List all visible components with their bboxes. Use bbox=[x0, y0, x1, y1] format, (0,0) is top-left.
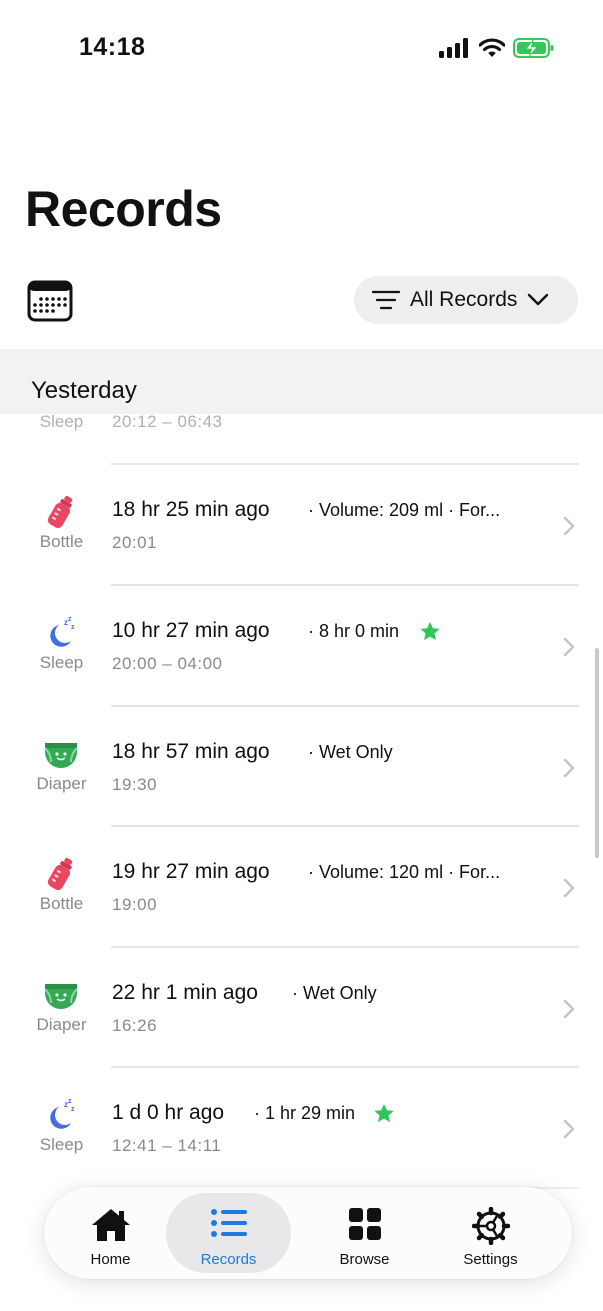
bottle-icon bbox=[42, 856, 80, 892]
record-detail: · Volume: 209 ml · For... bbox=[308, 500, 501, 520]
record-time-ago: 18 hr 57 min ago bbox=[112, 740, 270, 763]
svg-text:z: z bbox=[71, 1106, 75, 1113]
section-title: Yesterday bbox=[31, 377, 137, 404]
record-type-label: Diaper bbox=[36, 1015, 87, 1034]
filter-label: All Records bbox=[410, 288, 518, 311]
record-detail: · 1 hr 29 min bbox=[254, 1103, 356, 1123]
tab-bar: Home Records Browse Settings bbox=[44, 1187, 572, 1279]
list-icon bbox=[166, 1207, 291, 1245]
scrollbar[interactable] bbox=[595, 648, 599, 858]
list-item[interactable]: z z z Sleep 1 d 0 hr ago · 1 hr 29 min 1… bbox=[0, 1068, 603, 1188]
list-item[interactable]: Diaper 22 hr 1 min ago · Wet Only 16:26 bbox=[0, 948, 603, 1068]
gear-icon bbox=[428, 1207, 553, 1245]
filter-button[interactable]: All Records bbox=[354, 276, 578, 324]
tab-browse-label: Browse bbox=[339, 1251, 390, 1268]
list-item-partial[interactable]: Sleep 20:12 – 06:43 bbox=[0, 414, 603, 464]
star-icon bbox=[374, 1104, 394, 1122]
tab-home[interactable]: Home bbox=[48, 1193, 173, 1273]
record-time-ago: 1 d 0 hr ago bbox=[112, 1101, 225, 1124]
record-time: 20:01 bbox=[112, 533, 158, 552]
record-type-label: Sleep bbox=[39, 653, 84, 672]
chevron-down-icon bbox=[528, 293, 549, 306]
tab-records-label: Records bbox=[200, 1251, 257, 1268]
record-time-ago: 18 hr 25 min ago bbox=[112, 498, 270, 521]
status-icons bbox=[439, 36, 555, 60]
star-icon bbox=[420, 622, 440, 640]
chevron-right-icon bbox=[563, 878, 575, 898]
svg-text:z: z bbox=[68, 1098, 72, 1105]
record-type-label: Bottle bbox=[39, 894, 84, 913]
record-type-label: Sleep bbox=[39, 1135, 84, 1154]
grid-icon bbox=[302, 1207, 427, 1245]
record-time: 12:41 – 14:11 bbox=[112, 1136, 222, 1155]
record-time: 19:30 bbox=[112, 775, 158, 794]
svg-text:z: z bbox=[71, 624, 75, 631]
list-item[interactable]: Bottle 19 hr 27 min ago · Volume: 120 ml… bbox=[0, 827, 603, 947]
chevron-right-icon bbox=[563, 758, 575, 778]
record-detail: · Volume: 120 ml · For... bbox=[308, 862, 501, 882]
record-detail: · Wet Only bbox=[292, 983, 377, 1003]
record-time: 20:00 – 04:00 bbox=[112, 654, 223, 673]
record-type-label: Diaper bbox=[36, 774, 87, 793]
record-time-ago: 19 hr 27 min ago bbox=[112, 860, 270, 883]
page-title: Records bbox=[25, 181, 222, 237]
chevron-right-icon bbox=[563, 1119, 575, 1139]
status-bar: 14:18 bbox=[0, 0, 603, 96]
record-time: 16:26 bbox=[112, 1016, 158, 1035]
record-time-ago: 22 hr 1 min ago bbox=[112, 981, 258, 1004]
chevron-right-icon bbox=[563, 999, 575, 1019]
tab-settings-label: Settings bbox=[463, 1251, 518, 1268]
tab-home-label: Home bbox=[90, 1251, 131, 1268]
cellular-signal-icon bbox=[439, 38, 468, 58]
section-header: Yesterday bbox=[0, 349, 603, 414]
svg-text:z: z bbox=[68, 616, 72, 623]
record-detail: · Wet Only bbox=[308, 742, 393, 762]
wifi-icon bbox=[479, 38, 505, 57]
diaper-icon bbox=[42, 737, 80, 773]
record-time: 20:12 – 06:43 bbox=[112, 414, 223, 431]
calendar-icon bbox=[27, 280, 73, 322]
tab-browse[interactable]: Browse bbox=[302, 1193, 427, 1273]
status-time: 14:18 bbox=[79, 33, 146, 61]
record-time: 19:00 bbox=[112, 895, 158, 914]
calendar-button[interactable] bbox=[27, 280, 73, 322]
record-time-ago: 10 hr 27 min ago bbox=[112, 619, 270, 642]
tab-settings[interactable]: Settings bbox=[428, 1193, 553, 1273]
tab-records[interactable]: Records bbox=[166, 1193, 291, 1273]
record-type-label: Sleep bbox=[39, 414, 84, 431]
record-detail: · 8 hr 0 min bbox=[308, 621, 400, 641]
list-item[interactable]: Diaper 18 hr 57 min ago · Wet Only 19:30 bbox=[0, 707, 603, 827]
bottle-icon bbox=[42, 494, 80, 530]
sleep-icon: z z z bbox=[42, 614, 80, 650]
list-item[interactable]: z z z Sleep 10 hr 27 min ago · 8 hr 0 mi… bbox=[0, 586, 603, 706]
home-icon bbox=[48, 1207, 173, 1245]
chevron-right-icon bbox=[563, 637, 575, 657]
filter-icon bbox=[372, 290, 400, 310]
chevron-right-icon bbox=[563, 516, 575, 536]
record-type-label: Bottle bbox=[39, 532, 84, 551]
battery-charging-icon bbox=[513, 38, 554, 58]
list-item[interactable]: Bottle 18 hr 25 min ago · Volume: 209 ml… bbox=[0, 465, 603, 585]
diaper-icon bbox=[42, 978, 80, 1014]
sleep-icon: z z z bbox=[42, 1096, 80, 1132]
